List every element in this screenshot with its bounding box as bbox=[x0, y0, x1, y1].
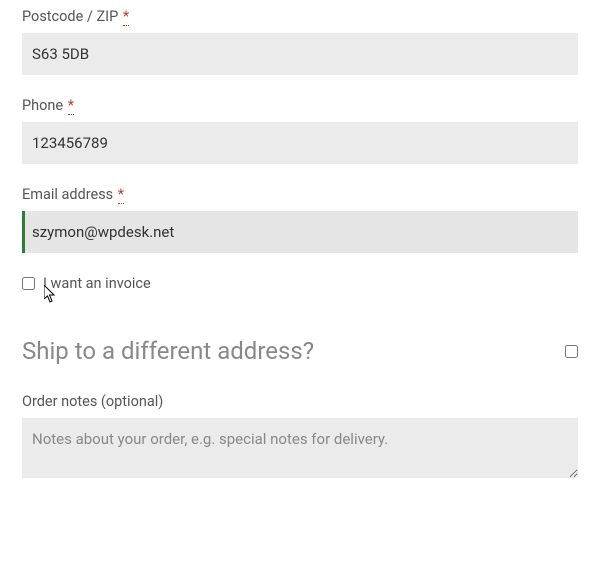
postcode-required-icon: * bbox=[123, 8, 129, 26]
postcode-label: Postcode / ZIP * bbox=[22, 8, 578, 25]
invoice-label[interactable]: I want an invoice bbox=[43, 275, 151, 292]
phone-label-text: Phone bbox=[22, 97, 63, 114]
order-notes-textarea[interactable] bbox=[22, 418, 578, 478]
phone-required-icon: * bbox=[68, 97, 74, 115]
order-notes-label: Order notes (optional) bbox=[22, 393, 578, 410]
postcode-label-text: Postcode / ZIP bbox=[22, 8, 118, 25]
email-input[interactable] bbox=[22, 211, 578, 253]
phone-group: Phone * bbox=[22, 97, 578, 164]
email-required-icon: * bbox=[118, 186, 124, 204]
order-notes-group: Order notes (optional) bbox=[22, 393, 578, 482]
email-label: Email address * bbox=[22, 186, 578, 203]
postcode-input[interactable] bbox=[22, 33, 578, 75]
phone-label: Phone * bbox=[22, 97, 578, 114]
invoice-row: I want an invoice bbox=[22, 275, 578, 292]
ship-title: Ship to a different address? bbox=[22, 337, 314, 365]
invoice-checkbox[interactable] bbox=[22, 277, 35, 290]
phone-input[interactable] bbox=[22, 122, 578, 164]
email-label-text: Email address bbox=[22, 186, 113, 203]
ship-different-checkbox[interactable] bbox=[565, 345, 578, 358]
postcode-group: Postcode / ZIP * bbox=[22, 8, 578, 75]
email-group: Email address * bbox=[22, 186, 578, 253]
ship-section: Ship to a different address? bbox=[22, 337, 578, 365]
